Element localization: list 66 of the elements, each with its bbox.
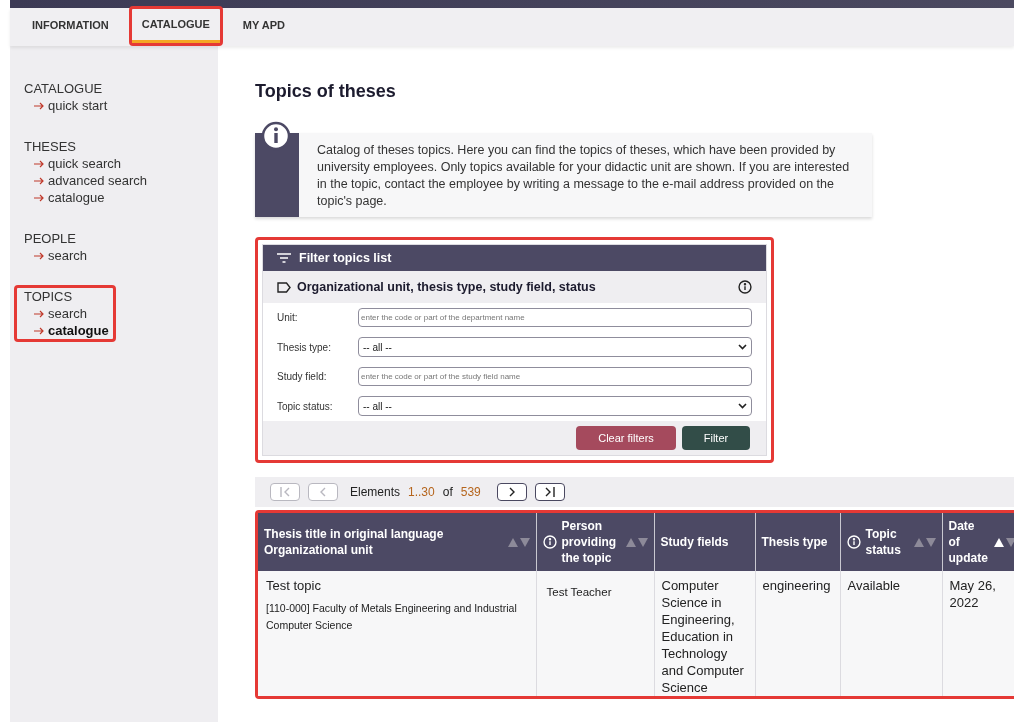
sidebar-link[interactable]: search [24,247,88,264]
filter-title: Filter topics list [299,249,392,267]
filter-icon [277,253,291,263]
sidebar-heading: CATALOGUE [24,80,104,97]
chevron-down-icon [738,344,747,350]
topic-unit: [110-000] Faculty of Metals Engineering and Industrial Computer Science [266,601,518,633]
next-page-button[interactable] [496,483,527,501]
text-field[interactable]: enter the code or part of the department name [358,308,752,327]
last-page-icon [543,487,556,497]
select-field[interactable]: -- all -- [358,337,752,357]
page-title: Topics of theses [255,80,397,103]
select-field[interactable]: -- all -- [358,396,752,416]
field-label: Study field: [277,370,328,384]
info-text: Catalog of theses topics. Here you can find the topics of theses, which have been provided by university employees. Only topics available for your didactic unit are shown. If you are interested in the topic, contact the employee by writing a message to the e-mail address provided on the topic's page. [316,142,851,210]
header-text: Thesis title in original language [264,526,445,542]
sidebar-link[interactable]: catalogue [24,189,147,206]
arrow-icon [34,193,44,202]
sidebar-link[interactable]: catalogue [24,322,109,339]
table-cell: Available [840,571,942,696]
field-label: Topic status: [277,399,334,414]
chevron-right-icon [507,487,516,497]
table-cell: May 26, 2022 [942,571,1014,696]
table-cell: Computer Science in Engineering, Education in Technology and Computer Science [654,571,755,696]
topic-title[interactable]: Test topic [266,577,528,594]
table-cell: Test Teacher [536,571,654,696]
arrow-icon [34,176,44,185]
chevron-down-icon [738,403,747,409]
sidebar-heading: PEOPLE [24,230,78,247]
info-icon [542,535,557,549]
clear-button[interactable]: Clear filters [576,426,676,450]
tag-icon [277,281,291,293]
header-text: Person providing the topic [561,518,618,566]
sidebar-link[interactable]: quick start [24,97,108,114]
header-text: Organizational unit [264,542,374,558]
header-text: Study fields [660,534,730,550]
sidebar-heading: THESES [24,138,77,155]
sidebar-link[interactable]: quick search [24,155,147,172]
field-label: Thesis type: [277,340,332,355]
text-field[interactable]: enter the code or part of the study field name [358,367,752,386]
field-label: Unit: [277,311,299,325]
table-cell: engineering [755,571,840,696]
info-icon [738,280,752,294]
last-page-button[interactable] [534,483,565,501]
pagination-total: 539 [460,484,481,501]
sidebar-heading: TOPICS [24,288,74,305]
header-text: Topic status [865,526,902,558]
arrow-icon [34,326,44,335]
nav-tab[interactable]: INFORMATION [22,8,119,46]
info-icon [846,535,861,549]
pagination-of: of [442,484,453,501]
arrow-icon [34,251,44,260]
filter-button[interactable]: Filter [682,426,750,450]
filter-section-title: Organizational unit, thesis type, study field, status [297,278,597,296]
arrow-icon [34,159,44,168]
arrow-icon [34,101,44,110]
header-text: Thesis type [761,534,829,550]
chevron-left-icon [319,487,327,497]
pagination-label: Elements [350,484,401,501]
header-text: Date of update [948,518,989,566]
first-page-icon [279,487,291,497]
sidebar-link[interactable]: advanced search [24,172,147,189]
sort-icon[interactable] [993,537,1014,547]
arrow-icon [34,309,44,318]
nav-tab[interactable]: MY APD [232,8,295,46]
sidebar-link[interactable]: search [24,305,109,322]
pagination-range: 1..30 [408,484,435,501]
